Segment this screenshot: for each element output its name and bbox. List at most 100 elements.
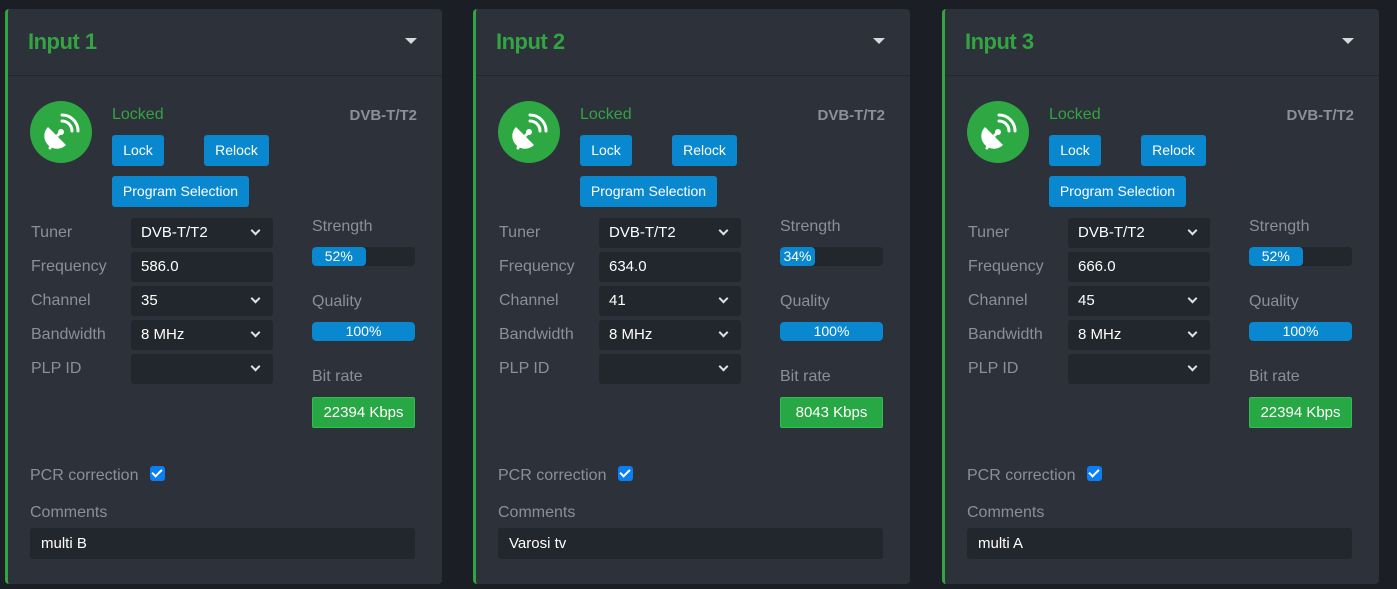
- quality-fill: 100%: [312, 322, 415, 341]
- channel-value: 45: [1078, 292, 1095, 309]
- bit-rate-badge: 22394 Kbps: [312, 397, 415, 428]
- frequency-value: 666.0: [1078, 258, 1116, 275]
- chevron-down-icon[interactable]: [873, 38, 885, 44]
- plp-id-label: PLP ID: [968, 360, 1019, 377]
- standard-label: DVB-T/T2: [349, 107, 418, 124]
- strength-meter: 34%: [780, 247, 883, 266]
- frequency-label: Frequency: [499, 258, 575, 275]
- chevron-down-icon: [250, 327, 261, 338]
- relock-button[interactable]: Relock: [204, 135, 269, 166]
- plp-id-label: PLP ID: [31, 360, 82, 377]
- lock-status: Locked: [580, 106, 632, 123]
- tuner-value: DVB-T/T2: [609, 224, 676, 241]
- strength-fill: 34%: [780, 247, 816, 266]
- standard-label: DVB-T/T2: [817, 107, 886, 124]
- bandwidth-select[interactable]: 8 MHz: [599, 320, 741, 350]
- comments-input[interactable]: multi A: [967, 528, 1352, 559]
- input-card: Input 1 Locked DVB-T/T2 Lock Relock Prog…: [5, 9, 442, 584]
- lock-button[interactable]: Lock: [1049, 135, 1101, 166]
- channel-label: Channel: [499, 292, 559, 309]
- quality-meter: 100%: [312, 322, 415, 341]
- bandwidth-label: Bandwidth: [968, 326, 1043, 343]
- plp-id-select[interactable]: [131, 354, 273, 384]
- tuner-select[interactable]: DVB-T/T2: [1068, 218, 1210, 248]
- pcr-correction-label: PCR correction: [967, 467, 1076, 484]
- pcr-correction-label: PCR correction: [30, 467, 139, 484]
- quality-label: Quality: [1249, 293, 1299, 310]
- card-header: Input 1: [8, 9, 442, 76]
- tuner-label: Tuner: [31, 224, 73, 241]
- chevron-down-icon[interactable]: [1342, 38, 1354, 44]
- bit-rate-label: Bit rate: [312, 368, 363, 385]
- quality-label: Quality: [780, 293, 830, 310]
- chevron-down-icon: [1187, 361, 1198, 372]
- relock-button[interactable]: Relock: [672, 135, 737, 166]
- channel-label: Channel: [31, 292, 91, 309]
- bandwidth-value: 8 MHz: [609, 326, 653, 343]
- pcr-correction-checkbox[interactable]: [150, 466, 165, 481]
- bandwidth-value: 8 MHz: [1078, 326, 1122, 343]
- frequency-input[interactable]: 586.0: [131, 252, 273, 282]
- input-card: Input 2 Locked DVB-T/T2 Lock Relock Prog…: [473, 9, 910, 584]
- plp-id-select[interactable]: [599, 354, 741, 384]
- comments-input[interactable]: Varosi tv: [498, 528, 883, 559]
- bandwidth-label: Bandwidth: [31, 326, 106, 343]
- program-selection-button[interactable]: Program Selection: [1049, 176, 1186, 207]
- lock-status: Locked: [112, 106, 164, 123]
- bit-rate-label: Bit rate: [780, 368, 831, 385]
- quality-meter: 100%: [1249, 322, 1352, 341]
- bit-rate-badge: 8043 Kbps: [780, 397, 883, 428]
- strength-label: Strength: [312, 218, 373, 235]
- channel-select[interactable]: 45: [1068, 286, 1210, 316]
- channel-select[interactable]: 41: [599, 286, 741, 316]
- bit-rate-badge: 22394 Kbps: [1249, 397, 1352, 428]
- strength-fill: 52%: [312, 247, 366, 266]
- channel-value: 35: [141, 292, 158, 309]
- lock-button[interactable]: Lock: [580, 135, 632, 166]
- quality-meter: 100%: [780, 322, 883, 341]
- lock-status: Locked: [1049, 106, 1101, 123]
- relock-button[interactable]: Relock: [1141, 135, 1206, 166]
- chevron-down-icon[interactable]: [405, 38, 417, 44]
- bandwidth-label: Bandwidth: [499, 326, 574, 343]
- chevron-down-icon: [718, 293, 729, 304]
- frequency-input[interactable]: 634.0: [599, 252, 741, 282]
- frequency-value: 634.0: [609, 258, 647, 275]
- frequency-input[interactable]: 666.0: [1068, 252, 1210, 282]
- chevron-down-icon: [250, 361, 261, 372]
- chevron-down-icon: [718, 327, 729, 338]
- channel-value: 41: [609, 292, 626, 309]
- frequency-value: 586.0: [141, 258, 179, 275]
- pcr-correction-label: PCR correction: [498, 467, 607, 484]
- chevron-down-icon: [250, 225, 261, 236]
- comments-label: Comments: [967, 504, 1045, 521]
- bit-rate-label: Bit rate: [1249, 368, 1300, 385]
- chevron-down-icon: [1187, 293, 1198, 304]
- chevron-down-icon: [1187, 327, 1198, 338]
- tuner-select[interactable]: DVB-T/T2: [131, 218, 273, 248]
- comments-label: Comments: [498, 504, 576, 521]
- standard-label: DVB-T/T2: [1286, 107, 1355, 124]
- program-selection-button[interactable]: Program Selection: [112, 176, 249, 207]
- strength-meter: 52%: [1249, 247, 1352, 266]
- channel-select[interactable]: 35: [131, 286, 273, 316]
- plp-id-select[interactable]: [1068, 354, 1210, 384]
- bandwidth-select[interactable]: 8 MHz: [1068, 320, 1210, 350]
- frequency-label: Frequency: [968, 258, 1044, 275]
- card-title: Input 3: [965, 29, 1034, 54]
- tuner-select[interactable]: DVB-T/T2: [599, 218, 741, 248]
- card-header: Input 3: [945, 9, 1379, 76]
- tuner-label: Tuner: [968, 224, 1010, 241]
- comments-input[interactable]: multi B: [30, 528, 415, 559]
- lock-button[interactable]: Lock: [112, 135, 164, 166]
- pcr-correction-checkbox[interactable]: [1087, 466, 1102, 481]
- pcr-correction-checkbox[interactable]: [618, 466, 633, 481]
- plp-id-label: PLP ID: [499, 360, 550, 377]
- bandwidth-select[interactable]: 8 MHz: [131, 320, 273, 350]
- tuner-value: DVB-T/T2: [141, 224, 208, 241]
- program-selection-button[interactable]: Program Selection: [580, 176, 717, 207]
- satellite-dish-icon: [967, 101, 1029, 163]
- satellite-dish-icon: [30, 101, 92, 163]
- tuner-label: Tuner: [499, 224, 541, 241]
- chevron-down-icon: [718, 225, 729, 236]
